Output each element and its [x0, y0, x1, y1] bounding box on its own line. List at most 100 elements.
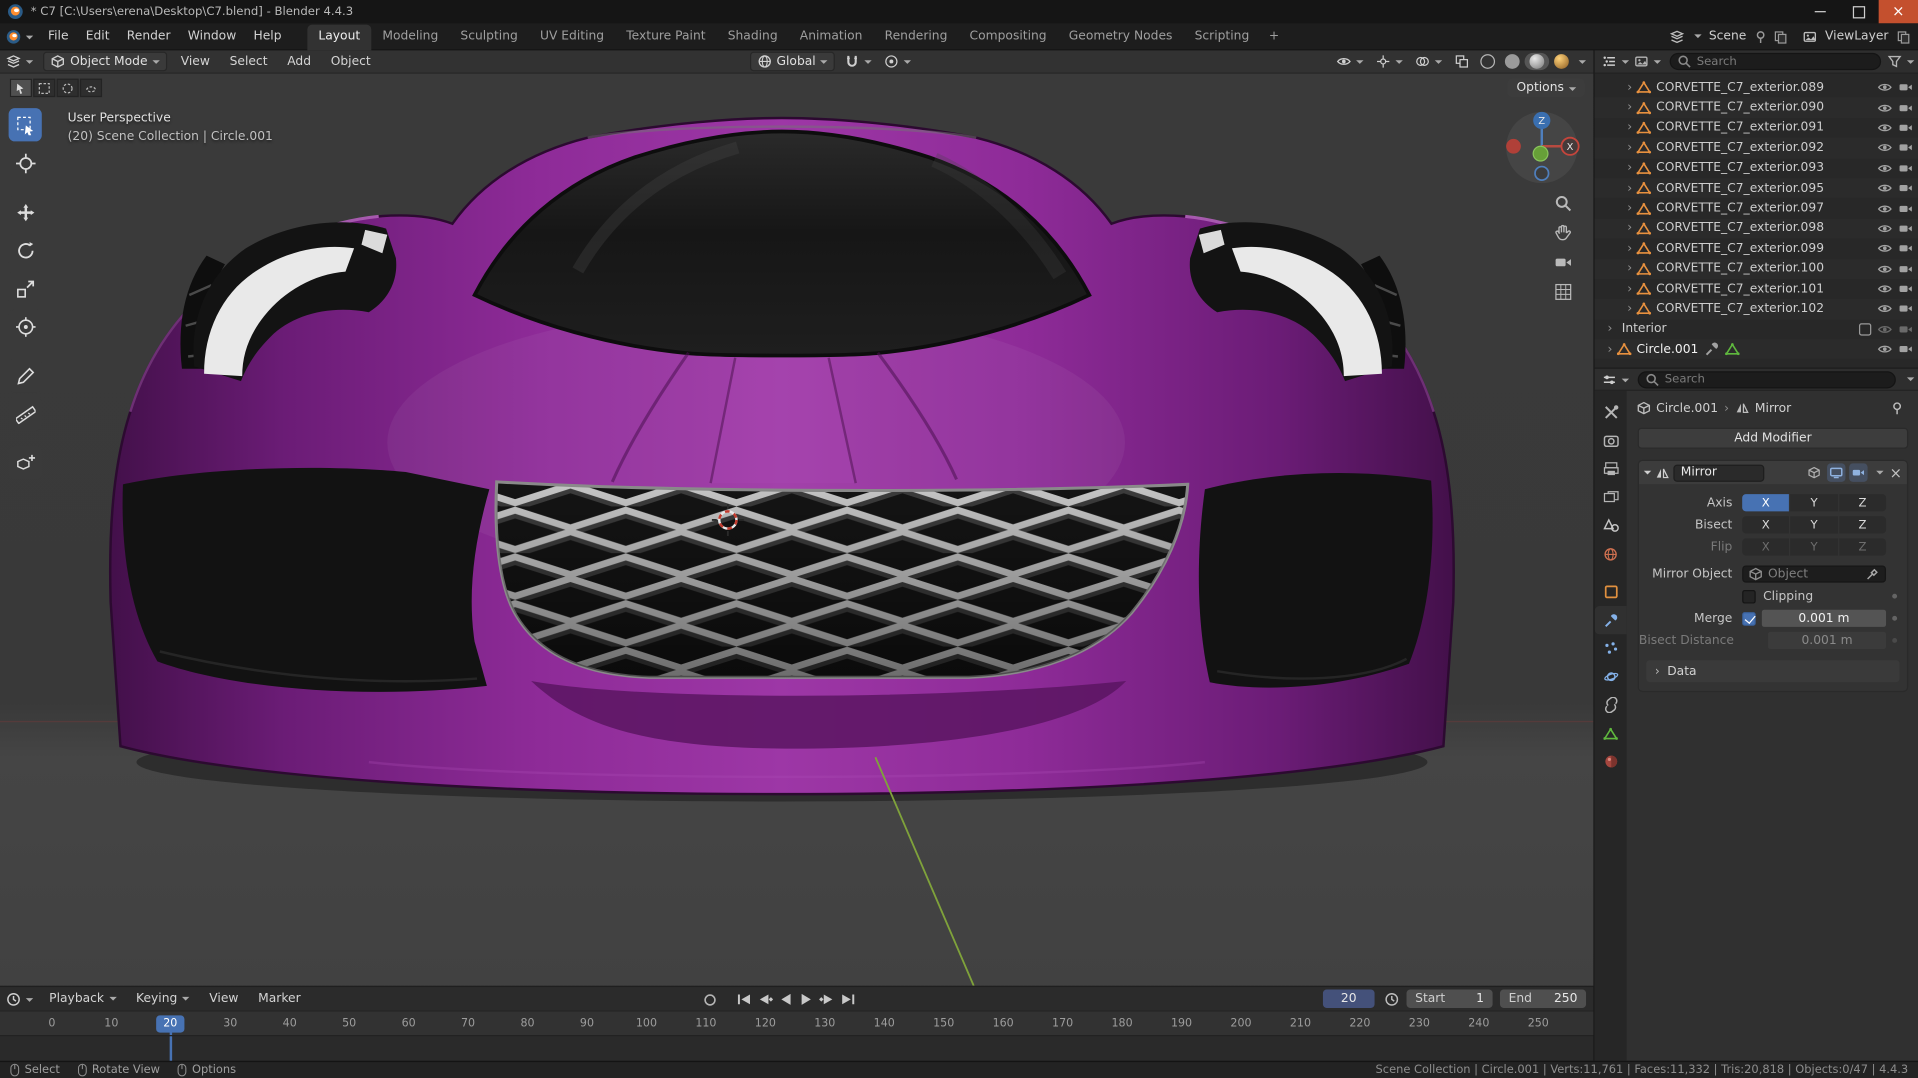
flip-y-toggle[interactable]: Y — [1790, 538, 1838, 556]
workspace-tab[interactable]: Compositing — [958, 24, 1057, 50]
timeline-marker-menu[interactable]: Marker — [248, 992, 310, 1006]
workspace-tab[interactable]: Sculpting — [449, 24, 529, 50]
copy-scene-icon[interactable] — [1773, 29, 1788, 44]
copy-viewlayer-icon[interactable] — [1896, 29, 1911, 44]
camera-view-icon[interactable] — [1554, 253, 1572, 271]
select-mode-subtract[interactable] — [56, 78, 79, 98]
expand-arrow-icon[interactable] — [1623, 282, 1637, 296]
cursor-tool[interactable] — [8, 146, 42, 180]
modifier-name-field[interactable]: Mirror — [1673, 464, 1765, 482]
editor-type-button[interactable] — [0, 54, 39, 69]
render-camera-icon[interactable] — [1898, 241, 1913, 256]
tab-material[interactable] — [1595, 747, 1627, 775]
expand-arrow-icon[interactable] — [1623, 222, 1637, 236]
snap-toggle[interactable] — [839, 54, 878, 69]
outliner-row[interactable]: CORVETTE_C7_exterior.095 — [1594, 178, 1918, 199]
maximize-button[interactable] — [1839, 0, 1878, 23]
next-keyframe-button[interactable] — [819, 991, 836, 1006]
tab-modifiers[interactable] — [1594, 606, 1627, 635]
render-camera-icon[interactable] — [1898, 302, 1913, 317]
pan-hand-icon[interactable] — [1554, 224, 1572, 242]
workspace-tab[interactable]: Shading — [717, 24, 789, 50]
render-camera-icon[interactable] — [1898, 161, 1913, 176]
expand-arrow-icon[interactable] — [1623, 242, 1637, 256]
tab-constraints[interactable] — [1595, 691, 1627, 719]
workspace-tab[interactable]: Animation — [789, 24, 874, 50]
bisect-y-toggle[interactable]: Y — [1790, 516, 1838, 534]
eyedropper-icon[interactable] — [1865, 567, 1880, 582]
orthographic-grid-icon[interactable] — [1554, 283, 1572, 301]
properties-editor-type-button[interactable] — [1600, 372, 1632, 387]
expand-arrow-icon[interactable] — [1623, 81, 1637, 95]
render-camera-icon[interactable] — [1898, 181, 1913, 196]
frame-start-field[interactable]: Start 1 — [1406, 989, 1493, 1008]
workspace-tab[interactable]: Scripting — [1184, 24, 1261, 50]
add-primitive-tool[interactable] — [8, 446, 42, 480]
visibility-eye-icon[interactable] — [1877, 201, 1892, 216]
outliner-search-input[interactable] — [1696, 54, 1874, 69]
outliner-row[interactable]: CORVETTE_C7_exterior.091 — [1595, 118, 1918, 138]
pin-scene-icon[interactable] — [1754, 29, 1769, 44]
outliner-row-interior[interactable]: Interior — [1595, 319, 1918, 339]
navigation-gizmo[interactable]: Z X — [1502, 109, 1581, 188]
visibility-eye-icon[interactable] — [1877, 120, 1892, 135]
breadcrumb-modifier[interactable]: Mirror — [1755, 401, 1791, 415]
menu-item[interactable]: Help — [245, 23, 290, 49]
data-subpanel-header[interactable]: Data — [1646, 660, 1900, 683]
viewport-menu-item[interactable]: Select — [220, 55, 278, 69]
pin-icon[interactable] — [1890, 401, 1905, 416]
outliner-row[interactable]: CORVETTE_C7_exterior.102 — [1594, 299, 1918, 320]
playback-menu[interactable]: Playback — [39, 992, 126, 1006]
measure-tool[interactable] — [8, 397, 42, 431]
modifier-delete-button[interactable] — [1890, 464, 1902, 481]
shading-material-button[interactable] — [1524, 52, 1550, 71]
expand-arrow-icon[interactable] — [1603, 323, 1617, 337]
workspace-tab[interactable]: Layout — [307, 23, 372, 50]
gizmo-y-axis[interactable] — [1532, 145, 1549, 162]
menu-item[interactable]: File — [39, 23, 77, 49]
expand-arrow-icon[interactable] — [1623, 161, 1637, 175]
filter-icon[interactable] — [1887, 54, 1902, 69]
blender-menu-button[interactable] — [0, 29, 39, 44]
tab-view-layer[interactable] — [1595, 483, 1627, 511]
timeline-view-menu[interactable]: View — [199, 992, 248, 1006]
jump-to-start-button[interactable] — [735, 991, 752, 1006]
visibility-eye-icon[interactable] — [1877, 80, 1892, 95]
viewport-3d-scene[interactable] — [0, 74, 1594, 986]
overlays-dropdown[interactable] — [1409, 54, 1448, 69]
outliner-row[interactable]: CORVETTE_C7_exterior.100 — [1594, 258, 1918, 279]
select-mode-extend[interactable] — [33, 78, 56, 98]
render-camera-icon[interactable] — [1898, 261, 1913, 276]
scene-name[interactable]: Scene — [1709, 30, 1746, 44]
rotate-tool[interactable] — [8, 233, 42, 267]
playback-range-clock-icon[interactable] — [1384, 992, 1399, 1007]
expand-arrow-icon[interactable] — [1623, 262, 1637, 276]
render-camera-icon[interactable] — [1898, 141, 1913, 156]
shading-rendered-button[interactable] — [1549, 53, 1574, 70]
viewport-menu-item[interactable]: Add — [277, 55, 320, 69]
expand-arrow-icon[interactable] — [1623, 101, 1637, 115]
gizmo-z-neg-axis[interactable] — [1534, 165, 1550, 181]
gizmo-x-neg-axis[interactable] — [1506, 138, 1521, 154]
transform-orientation-dropdown[interactable]: Global — [749, 51, 836, 72]
outliner-options-dropdown[interactable] — [1902, 55, 1914, 69]
render-camera-icon[interactable] — [1898, 221, 1913, 236]
keying-menu[interactable]: Keying — [126, 992, 199, 1006]
outliner-search[interactable] — [1669, 52, 1882, 71]
outliner-display-mode-button[interactable] — [1632, 54, 1664, 69]
shading-solid-button[interactable] — [1500, 53, 1525, 70]
viewport-menu-item[interactable]: View — [171, 55, 220, 69]
render-camera-icon[interactable] — [1898, 282, 1913, 297]
outliner-row[interactable]: CORVETTE_C7_exterior.092 — [1594, 137, 1918, 159]
tab-particles[interactable] — [1595, 634, 1627, 662]
decorator-dot[interactable] — [1891, 637, 1897, 643]
visibility-eye-icon[interactable] — [1877, 161, 1892, 176]
outliner-row[interactable]: CORVETTE_C7_exterior.097 — [1595, 198, 1918, 218]
clipping-checkbox[interactable] — [1742, 589, 1756, 603]
collection-exclude-checkbox[interactable] — [1858, 323, 1872, 336]
visibility-eye-icon[interactable] — [1877, 322, 1892, 337]
timeline-editor-type-button[interactable] — [0, 991, 39, 1006]
expand-arrow-icon[interactable] — [1623, 121, 1637, 135]
render-camera-icon[interactable] — [1898, 201, 1913, 216]
render-display-toggle[interactable] — [1849, 463, 1868, 482]
